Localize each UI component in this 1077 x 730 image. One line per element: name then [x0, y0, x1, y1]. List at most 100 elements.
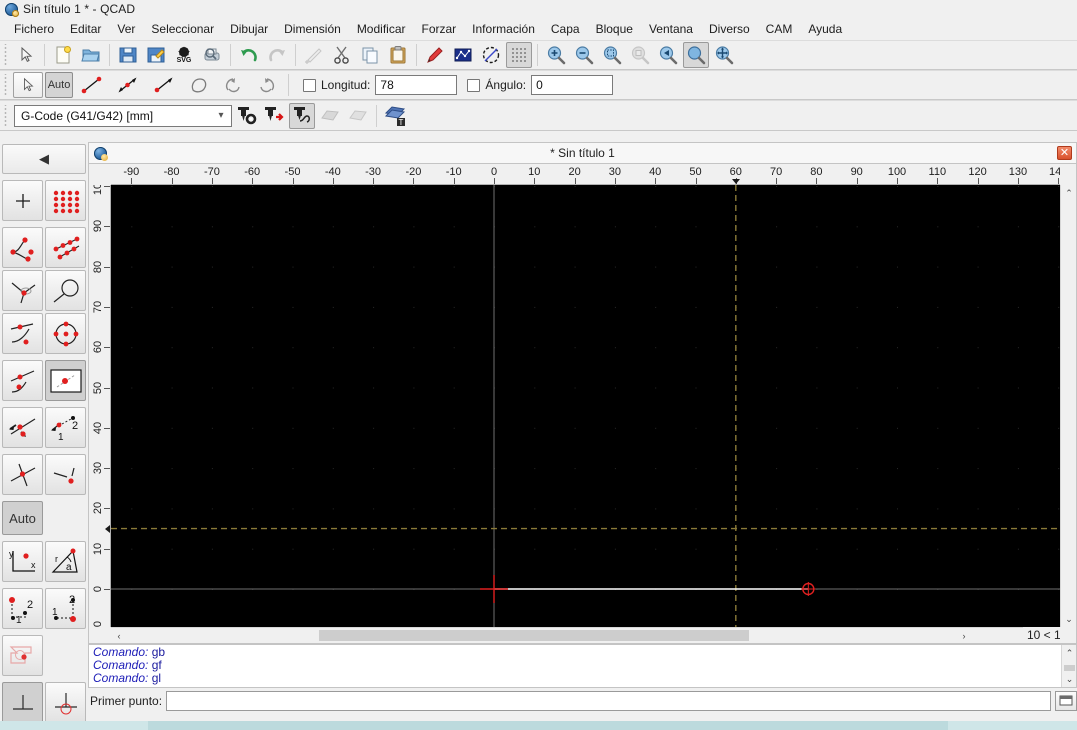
canvas-vertical-scrollbar[interactable]: ⌃ ⌄ — [1060, 185, 1076, 627]
select-cursor-icon[interactable] — [13, 72, 43, 98]
menu-cam[interactable]: CAM — [758, 19, 801, 39]
command-input[interactable] — [166, 691, 1051, 711]
relative-start-icon[interactable]: 1 2 — [2, 588, 43, 629]
point-grid-icon[interactable] — [45, 180, 86, 221]
undo-icon[interactable] — [236, 42, 262, 68]
cross-point-icon[interactable] — [2, 454, 43, 495]
menu-fichero[interactable]: Fichero — [6, 19, 62, 39]
print-preview-icon[interactable] — [199, 42, 225, 68]
plate-alt-icon[interactable] — [345, 103, 371, 129]
auto-length-button[interactable]: Auto — [45, 72, 73, 98]
tool-path-icon[interactable] — [289, 102, 315, 129]
no-circle-icon[interactable] — [478, 42, 504, 68]
auto-snap-button[interactable]: Auto — [2, 501, 43, 535]
menu-ayuda[interactable]: Ayuda — [800, 19, 850, 39]
plate-icon[interactable] — [317, 103, 343, 129]
tangent-point-icon[interactable] — [2, 313, 43, 354]
length-input[interactable] — [375, 75, 458, 95]
menu-forzar[interactable]: Forzar — [414, 19, 465, 39]
selection-window-icon[interactable] — [450, 42, 476, 68]
menu-dimension[interactable]: Dimensión — [276, 19, 349, 39]
nest-text-icon[interactable]: T — [382, 103, 408, 129]
drawing-canvas[interactable] — [111, 185, 1060, 627]
line-to-point-icon[interactable] — [147, 73, 181, 97]
export-svg-icon[interactable]: SVG — [171, 42, 197, 68]
tool-settings-icon[interactable] — [233, 103, 259, 129]
paste-icon[interactable] — [385, 42, 411, 68]
point-icon[interactable] — [2, 180, 43, 221]
snap-center-icon[interactable] — [45, 682, 86, 723]
zoom-fit-icon[interactable] — [683, 42, 709, 68]
palette-back-button[interactable]: ◀ — [2, 144, 86, 174]
pan-icon[interactable] — [711, 42, 737, 68]
grid-toggle-icon[interactable] — [506, 42, 532, 68]
snap-perpendicular-icon[interactable] — [2, 682, 43, 723]
point-in-box-icon[interactable] — [45, 360, 86, 401]
snap-free-icon[interactable] — [2, 635, 43, 676]
cartesian-coord-icon[interactable]: y x — [2, 541, 43, 582]
redo-icon[interactable] — [264, 42, 290, 68]
taskbar-item[interactable] — [148, 721, 948, 730]
two-points-icon[interactable]: 1 2 — [45, 407, 86, 448]
menu-informacion[interactable]: Información — [464, 19, 543, 39]
zoom-previous-icon[interactable] — [655, 42, 681, 68]
menu-dibujar[interactable]: Dibujar — [222, 19, 276, 39]
point-on-circle-icon[interactable] — [45, 270, 86, 311]
polar-coord-icon[interactable]: r a — [45, 541, 86, 582]
angle-checkbox[interactable] — [467, 78, 481, 92]
copy-icon[interactable] — [357, 42, 383, 68]
toolbar-grip[interactable] — [3, 44, 10, 66]
menu-diverso[interactable]: Diverso — [701, 19, 758, 39]
rotate-ccw-icon[interactable] — [217, 73, 249, 97]
tool-export-icon[interactable] — [261, 103, 287, 129]
scroll-up-icon[interactable]: ⌃ — [1062, 645, 1076, 661]
line-both-ends-icon[interactable] — [111, 73, 145, 97]
pointer-icon[interactable] — [13, 42, 39, 68]
endpoint-icon[interactable] — [45, 454, 86, 495]
scroll-down-icon[interactable]: ⌄ — [1062, 671, 1076, 687]
vertical-ruler[interactable]: 1009080706050403020100-10 — [89, 185, 111, 627]
menu-ver[interactable]: Ver — [109, 19, 143, 39]
canvas-horizontal-scrollbar[interactable]: ‹ › — [111, 627, 1060, 643]
draw-pen-icon[interactable] — [422, 42, 448, 68]
new-file-icon[interactable] — [50, 42, 76, 68]
scroll-right-icon[interactable]: › — [956, 628, 972, 644]
close-icon[interactable]: ✕ — [1057, 146, 1072, 160]
postprocessor-select[interactable]: G-Code (G41/G42) [mm] ▾ — [14, 104, 232, 127]
polygon-icon[interactable] — [183, 73, 215, 97]
command-history-scrollbar[interactable]: ⌃ ⌄ — [1061, 645, 1076, 687]
open-file-icon[interactable] — [78, 42, 104, 68]
cut-icon[interactable] — [329, 42, 355, 68]
circle-quadrant-points-icon[interactable] — [45, 313, 86, 354]
points-on-line-icon[interactable] — [2, 227, 43, 268]
scroll-left-icon[interactable]: ‹ — [111, 628, 127, 644]
menu-modificar[interactable]: Modificar — [349, 19, 414, 39]
zoom-window-icon[interactable] — [599, 42, 625, 68]
scroll-down-icon[interactable]: ⌄ — [1061, 611, 1077, 627]
eraser-icon[interactable] — [301, 42, 327, 68]
rotate-cw-icon[interactable] — [251, 73, 283, 97]
zoom-in-icon[interactable] — [543, 42, 569, 68]
intersection-point-icon[interactable] — [2, 270, 43, 311]
menu-bloque[interactable]: Bloque — [588, 19, 641, 39]
zoom-selection-icon[interactable] — [627, 42, 653, 68]
menu-editar[interactable]: Editar — [62, 19, 109, 39]
offset-points-icon[interactable] — [2, 407, 43, 448]
zoom-out-icon[interactable] — [571, 42, 597, 68]
save-as-icon[interactable] — [143, 42, 169, 68]
scroll-up-icon[interactable]: ⌃ — [1061, 185, 1077, 201]
menu-ventana[interactable]: Ventana — [641, 19, 701, 39]
points-divide-icon[interactable] — [45, 227, 86, 268]
midpoint-icon[interactable] — [2, 360, 43, 401]
horizontal-ruler[interactable]: -90 -80 -70 -60 -50 -40 -30 -20 -10 0 10 20 30 40 50 60… — [111, 164, 1060, 185]
toolbar-grip[interactable] — [3, 74, 10, 96]
save-icon[interactable] — [115, 42, 141, 68]
line-from-point-icon[interactable] — [75, 73, 109, 97]
scroll-thumb[interactable] — [319, 630, 749, 641]
menu-capa[interactable]: Capa — [543, 19, 588, 39]
angle-input[interactable] — [531, 75, 614, 95]
window-restore-icon[interactable] — [1055, 691, 1077, 711]
length-checkbox[interactable] — [303, 78, 316, 92]
relative-end-icon[interactable]: 1 2 — [45, 588, 86, 629]
menu-seleccionar[interactable]: Seleccionar — [143, 19, 222, 39]
